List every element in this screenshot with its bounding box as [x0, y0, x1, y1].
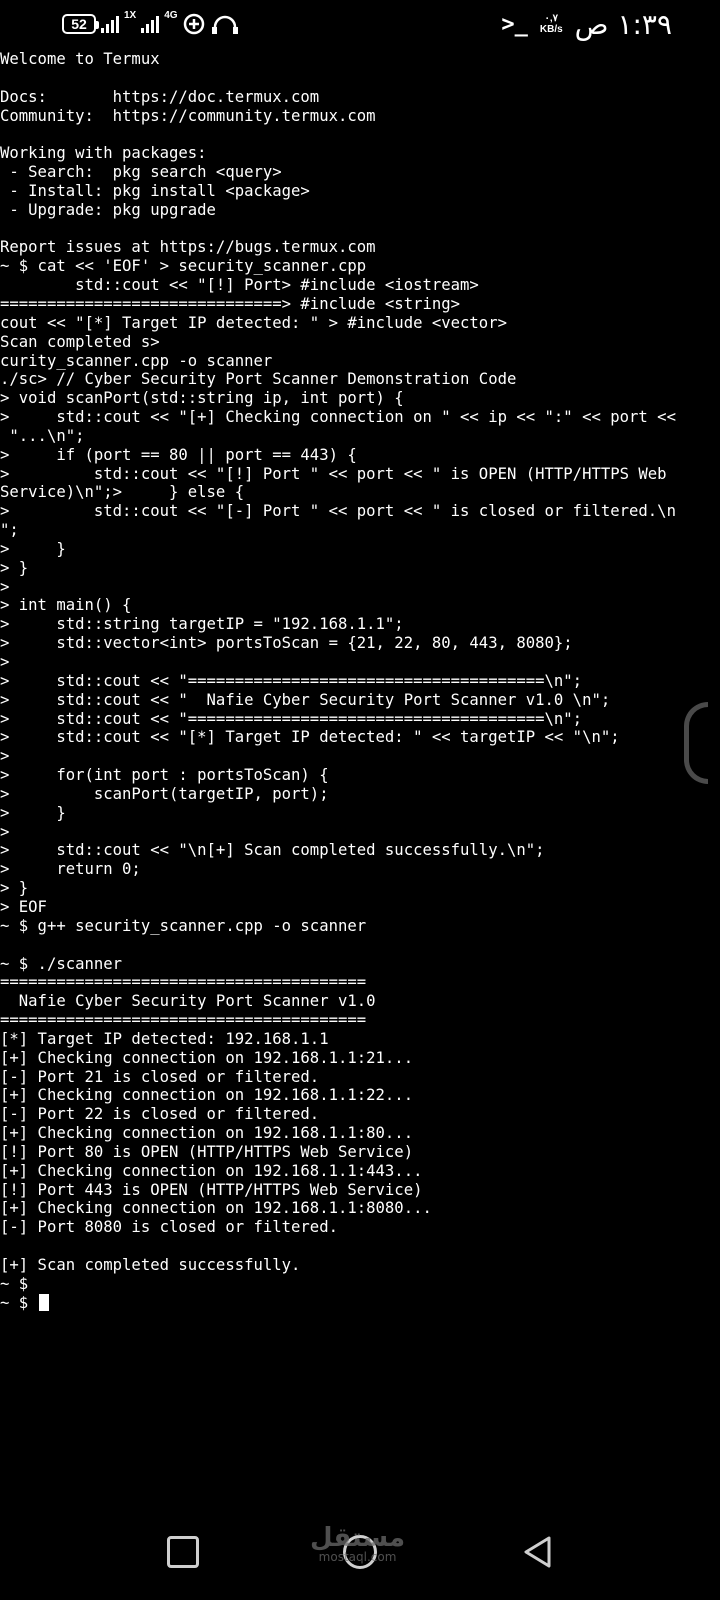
terminal-line: std::cout << "[!] Port> #include <iostre…	[0, 276, 479, 295]
terminal-line: =======================================	[0, 1011, 367, 1030]
terminal-line: Scan completed s>	[0, 332, 160, 351]
square-icon	[167, 1536, 199, 1568]
terminal-line: Welcome to Termux	[0, 50, 160, 68]
terminal-line: [!] Port 80 is OPEN (HTTP/HTTPS Web Serv…	[0, 1142, 414, 1161]
terminal-line: > std::vector<int> portsToScan = {21, 22…	[0, 634, 573, 653]
status-left: 52 1X 4G	[62, 10, 240, 38]
terminal-line: ==============================> #include…	[0, 294, 461, 313]
terminal-line: Community: https://community.termux.com	[0, 106, 376, 125]
scrollbar-thumb[interactable]	[684, 702, 708, 784]
terminal-line: > int main() {	[0, 596, 132, 615]
terminal-line: Service)\n";> } else {	[0, 483, 245, 502]
terminal-line: [-] Port 8080 is closed or filtered.	[0, 1218, 338, 1237]
terminal-line: ~ $	[0, 1293, 720, 1313]
terminal-line: [+] Checking connection on 192.168.1.1:4…	[0, 1161, 423, 1180]
terminal-line: > void scanPort(std::string ip, int port…	[0, 389, 404, 408]
terminal-line: ~ $ g++ security_scanner.cpp -o scanner	[0, 916, 367, 935]
terminal-line: > std::cout << "[-] Port " << port << " …	[0, 502, 676, 521]
terminal-line: Docs: https://doc.termux.com	[0, 87, 320, 106]
terminal-line: > }	[0, 558, 29, 577]
terminal-line: > return 0;	[0, 860, 141, 879]
terminal-line: > std::cout << "========================…	[0, 709, 583, 728]
terminal-line: > scanPort(targetIP, port);	[0, 784, 329, 803]
terminal-line: > if (port == 80 || port == 443) {	[0, 445, 357, 464]
terminal-line: [+] Scan completed successfully.	[0, 1256, 301, 1274]
terminal-line: ./sc> // Cyber Security Port Scanner Dem…	[0, 370, 517, 389]
data-saver-icon	[183, 13, 204, 35]
terminal-line: [*] Target IP detected: 192.168.1.1	[0, 1029, 329, 1048]
terminal-line: > std::cout << "\n[+] Scan completed suc…	[0, 841, 545, 860]
network-speed: ٠,٧ KB/s	[540, 13, 563, 35]
terminal-line: ~ $ cat << 'EOF' > security_scanner.cpp	[0, 257, 367, 276]
terminal-line: > EOF	[0, 897, 47, 916]
signal-icon	[141, 15, 160, 33]
terminal-line: [+] Checking connection on 192.168.1.1:2…	[0, 1086, 414, 1105]
back-button[interactable]	[515, 1530, 559, 1574]
terminal-line: > }	[0, 803, 66, 822]
terminal-line: - Search: pkg search <query>	[0, 163, 282, 182]
terminal-line: curity_scanner.cpp -o scanner	[0, 351, 273, 370]
terminal-line: cout << "[*] Target IP detected: " > #in…	[0, 313, 507, 332]
watermark-text: مستقل	[310, 1523, 406, 1553]
terminal-icon: >_	[501, 11, 528, 37]
terminal-line: Nafie Cyber Security Port Scanner v1.0	[0, 992, 376, 1011]
terminal-line: >	[0, 577, 10, 596]
terminal-line: [-] Port 22 is closed or filtered.	[0, 1105, 320, 1124]
terminal-line: > }	[0, 879, 29, 898]
terminal-line: > std::string targetIP = "192.168.1.1";	[0, 615, 404, 634]
terminal-line: =======================================	[0, 973, 367, 992]
clock: ١:٣٩ ص	[574, 7, 672, 41]
terminal-line: "...\n";	[0, 426, 85, 445]
terminal-line: [-] Port 21 is closed or filtered.	[0, 1067, 320, 1086]
terminal-line: > std::cout << " Nafie Cyber Security Po…	[0, 690, 611, 709]
network-speed-unit: KB/s	[539, 24, 563, 35]
triangle-back-icon	[524, 1536, 551, 1568]
terminal-line: > std::cout << "[+] Checking connection …	[0, 408, 676, 427]
signal-type-label: 1X	[124, 10, 137, 21]
terminal-line: > for(int port : portsToScan) {	[0, 766, 329, 785]
terminal-line: - Upgrade: pkg upgrade	[0, 200, 216, 219]
terminal-line: > std::cout << "[*] Target IP detected: …	[0, 728, 620, 747]
terminal-line: [+] Checking connection on 192.168.1.1:8…	[0, 1199, 432, 1218]
terminal-line: - Install: pkg install <package>	[0, 181, 310, 200]
terminal-line: >	[0, 822, 10, 841]
terminal-line: Report issues at https://bugs.termux.com	[0, 238, 376, 257]
battery-icon: 52	[62, 14, 99, 34]
terminal-line: > std::cout << "[!] Port " << port << " …	[0, 464, 667, 483]
terminal-line: [!] Port 443 is OPEN (HTTP/HTTPS Web Ser…	[0, 1180, 423, 1199]
watermark-logo: مستقل mostaql.com	[310, 1525, 405, 1563]
terminal-line: > }	[0, 539, 66, 558]
battery-level: 52	[71, 16, 87, 32]
terminal-line: ";	[0, 521, 19, 540]
terminal-output[interactable]: Welcome to Termux Docs: https://doc.termu…	[0, 50, 720, 1330]
terminal-line: [+] Checking connection on 192.168.1.1:8…	[0, 1124, 414, 1143]
terminal-line: >	[0, 653, 10, 671]
terminal-line: [+] Checking connection on 192.168.1.1:2…	[0, 1048, 414, 1067]
network-speed-value: ٠,٧	[544, 13, 559, 24]
signal-icon	[101, 15, 119, 33]
headset-icon	[211, 15, 238, 34]
status-right: >_ ٠,٧ KB/s ١:٣٩ ص	[501, 7, 672, 41]
terminal-line: > std::cout << "========================…	[0, 671, 583, 690]
watermark-subtext: mostaql.com	[318, 1550, 397, 1564]
terminal-cursor	[38, 1293, 49, 1311]
recents-button[interactable]	[161, 1530, 205, 1574]
status-bar: 52 1X 4G >_ ٠,٧ KB/s ١:٣٩ ص	[0, 0, 720, 48]
terminal-line: ~ $	[0, 1274, 29, 1293]
network-type-label: 4G	[164, 10, 178, 21]
terminal-line: >	[0, 747, 10, 766]
terminal-line: Working with packages:	[0, 144, 207, 163]
terminal-line: ~ $ ./scanner	[0, 954, 123, 973]
